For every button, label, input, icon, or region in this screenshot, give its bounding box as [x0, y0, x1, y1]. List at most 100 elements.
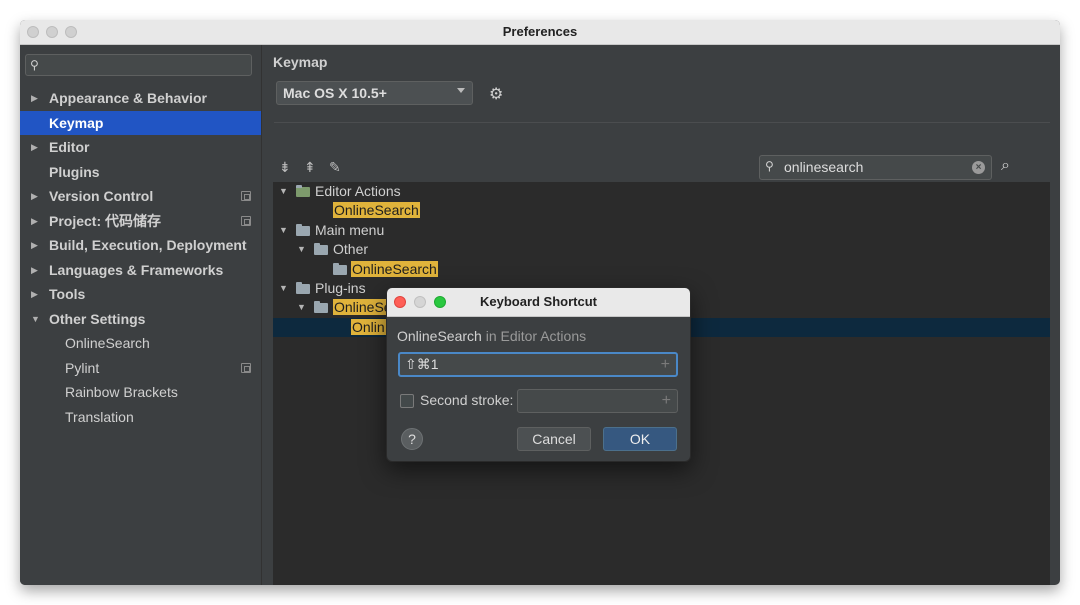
collapse-arrow-icon[interactable]: ▼: [31, 307, 40, 332]
sidebar-item-label: Editor: [49, 139, 90, 155]
sidebar-item-label: Keymap: [49, 114, 104, 131]
sidebar-item-rainbow-brackets[interactable]: Rainbow Brackets: [20, 380, 261, 405]
dialog-titlebar: Keyboard Shortcut: [387, 288, 690, 317]
sidebar-item-label: Version Control: [49, 188, 154, 204]
second-stroke-input[interactable]: +: [517, 389, 678, 413]
action-context: OnlineSearch in Editor Actions: [397, 328, 586, 344]
plus-icon[interactable]: +: [662, 390, 671, 412]
action-name: OnlineSearch: [397, 328, 482, 344]
plus-icon[interactable]: +: [661, 354, 670, 375]
sidebar-item-translation[interactable]: Translation: [20, 405, 261, 430]
menu-folder-icon: [296, 223, 310, 236]
tree-row-editor-actions[interactable]: ▼ Editor Actions: [273, 182, 1050, 201]
sidebar-item-onlinesearch[interactable]: OnlineSearch: [20, 331, 261, 356]
ok-button[interactable]: OK: [603, 427, 677, 451]
expand-arrow-icon[interactable]: ▶: [31, 135, 38, 160]
project-settings-icon: [241, 215, 251, 226]
chevron-down-icon: [457, 88, 465, 93]
search-icon: ⚲: [765, 159, 774, 173]
collapse-arrow-icon[interactable]: ▼: [279, 279, 288, 298]
sidebar-item-project[interactable]: ▶ Project: 代码储存: [20, 209, 261, 234]
dialog-title: Keyboard Shortcut: [479, 294, 597, 309]
collapse-arrow-icon[interactable]: ▼: [297, 298, 306, 317]
tree-row-label: Other: [333, 241, 369, 258]
sidebar-item-label: Build, Execution, Deployment: [49, 237, 247, 253]
clear-search-icon[interactable]: ×: [972, 161, 985, 174]
tree-row-onlinesearch-action[interactable]: OnlineSearch: [273, 201, 1050, 220]
sidebar-item-appearance-behavior[interactable]: ▶ Appearance & Behavior: [20, 86, 261, 111]
close-dialog-button[interactable]: [394, 296, 406, 308]
sidebar-item-pylint[interactable]: Pylint: [20, 356, 261, 381]
sidebar-item-label: Pylint: [65, 359, 100, 376]
search-icon: ⚲: [30, 58, 39, 72]
second-stroke-checkbox[interactable]: [400, 394, 414, 408]
sidebar-item-label: Other Settings: [49, 310, 146, 327]
zoom-dialog-button[interactable]: [434, 296, 446, 308]
find-by-shortcut-icon[interactable]: ⌕: [1001, 157, 1010, 175]
keyboard-shortcut-dialog: Keyboard Shortcut OnlineSearch in Editor…: [386, 287, 691, 462]
tree-row-label: Editor Actions: [315, 183, 401, 199]
sidebar-item-label: Tools: [49, 286, 86, 302]
help-button[interactable]: ?: [401, 428, 423, 450]
folder-icon: [296, 282, 310, 294]
tree-row-main-menu[interactable]: ▼ Main menu: [273, 221, 1050, 240]
expand-arrow-icon[interactable]: ▶: [31, 209, 38, 234]
project-settings-icon: [241, 362, 251, 373]
cancel-button[interactable]: Cancel: [517, 427, 591, 451]
tree-row-other[interactable]: ▼ Other: [273, 240, 1050, 259]
folder-icon: [314, 301, 328, 314]
search-match-highlight: OnlineSearch: [333, 202, 420, 219]
sidebar-item-version-control[interactable]: ▶ Version Control: [20, 184, 261, 209]
sidebar-item-label: Languages & Frameworks: [49, 261, 224, 278]
window-title: Preferences: [502, 24, 578, 39]
sidebar-item-label: Plugins: [49, 163, 100, 180]
second-stroke-label: Second stroke:: [420, 392, 514, 408]
first-stroke-input[interactable]: ⇧⌘1 +: [398, 352, 678, 377]
zoom-window-button[interactable]: [65, 26, 77, 38]
tree-row-label: Plug-ins: [315, 280, 366, 296]
sidebar-item-plugins[interactable]: Plugins: [20, 160, 261, 185]
sidebar-item-label: Rainbow Brackets: [65, 384, 178, 400]
collapse-arrow-icon[interactable]: ▼: [297, 240, 306, 259]
search-match-highlight: Onlin: [351, 318, 386, 335]
sidebar-item-label: Project: 代码储存: [49, 212, 162, 229]
expand-arrow-icon[interactable]: ▶: [31, 258, 38, 283]
settings-nav: ▶ Appearance & Behavior Keymap ▶ Editor …: [20, 86, 261, 429]
gear-icon[interactable]: ⚙: [489, 84, 503, 104]
expand-all-icon[interactable]: ⇟: [279, 159, 291, 176]
first-stroke-value: ⇧⌘1: [405, 356, 439, 372]
close-window-button[interactable]: [27, 26, 39, 38]
minimize-dialog-button: [414, 296, 426, 308]
search-match-highlight: OnlineSearch: [351, 260, 438, 277]
sidebar-item-languages-frameworks[interactable]: ▶ Languages & Frameworks: [20, 258, 261, 283]
collapse-arrow-icon[interactable]: ▼: [279, 221, 288, 240]
tree-row-onlinesearch-menu[interactable]: OnlineSearch: [273, 260, 1050, 279]
page-title: Keymap: [273, 54, 328, 70]
expand-arrow-icon[interactable]: ▶: [31, 184, 38, 209]
sidebar-item-tools[interactable]: ▶ Tools: [20, 282, 261, 307]
window-titlebar: Preferences: [20, 20, 1060, 45]
expand-arrow-icon[interactable]: ▶: [31, 233, 38, 258]
sidebar-item-other-settings[interactable]: ▼ Other Settings: [20, 307, 261, 332]
keymap-scheme-select[interactable]: Mac OS X 10.5+: [276, 81, 473, 105]
edit-pencil-icon[interactable]: ✎: [329, 159, 341, 176]
sidebar-item-label: Appearance & Behavior: [49, 90, 207, 106]
sidebar-item-keymap[interactable]: Keymap: [20, 110, 261, 135]
keymap-search-input[interactable]: ⚲ onlinesearch ×: [759, 155, 992, 180]
expand-arrow-icon[interactable]: ▶: [31, 86, 38, 111]
tree-row-label: Main menu: [315, 221, 385, 238]
collapse-all-icon[interactable]: ⇞: [304, 159, 316, 176]
settings-search-input[interactable]: ⚲: [25, 54, 252, 76]
folder-icon: [314, 243, 328, 256]
keymap-search-value: onlinesearch: [784, 159, 864, 175]
keymap-scheme-value: Mac OS X 10.5+: [283, 85, 387, 101]
collapse-arrow-icon[interactable]: ▼: [279, 182, 288, 201]
expand-arrow-icon[interactable]: ▶: [31, 282, 38, 307]
sidebar-item-build-execution-deployment[interactable]: ▶ Build, Execution, Deployment: [20, 233, 261, 258]
minimize-window-button[interactable]: [46, 26, 58, 38]
sidebar-item-editor[interactable]: ▶ Editor: [20, 135, 261, 160]
action-group: in Editor Actions: [481, 328, 587, 344]
sidebar-item-label: OnlineSearch: [65, 335, 150, 351]
project-settings-icon: [241, 191, 251, 201]
folder-icon: [333, 262, 347, 275]
